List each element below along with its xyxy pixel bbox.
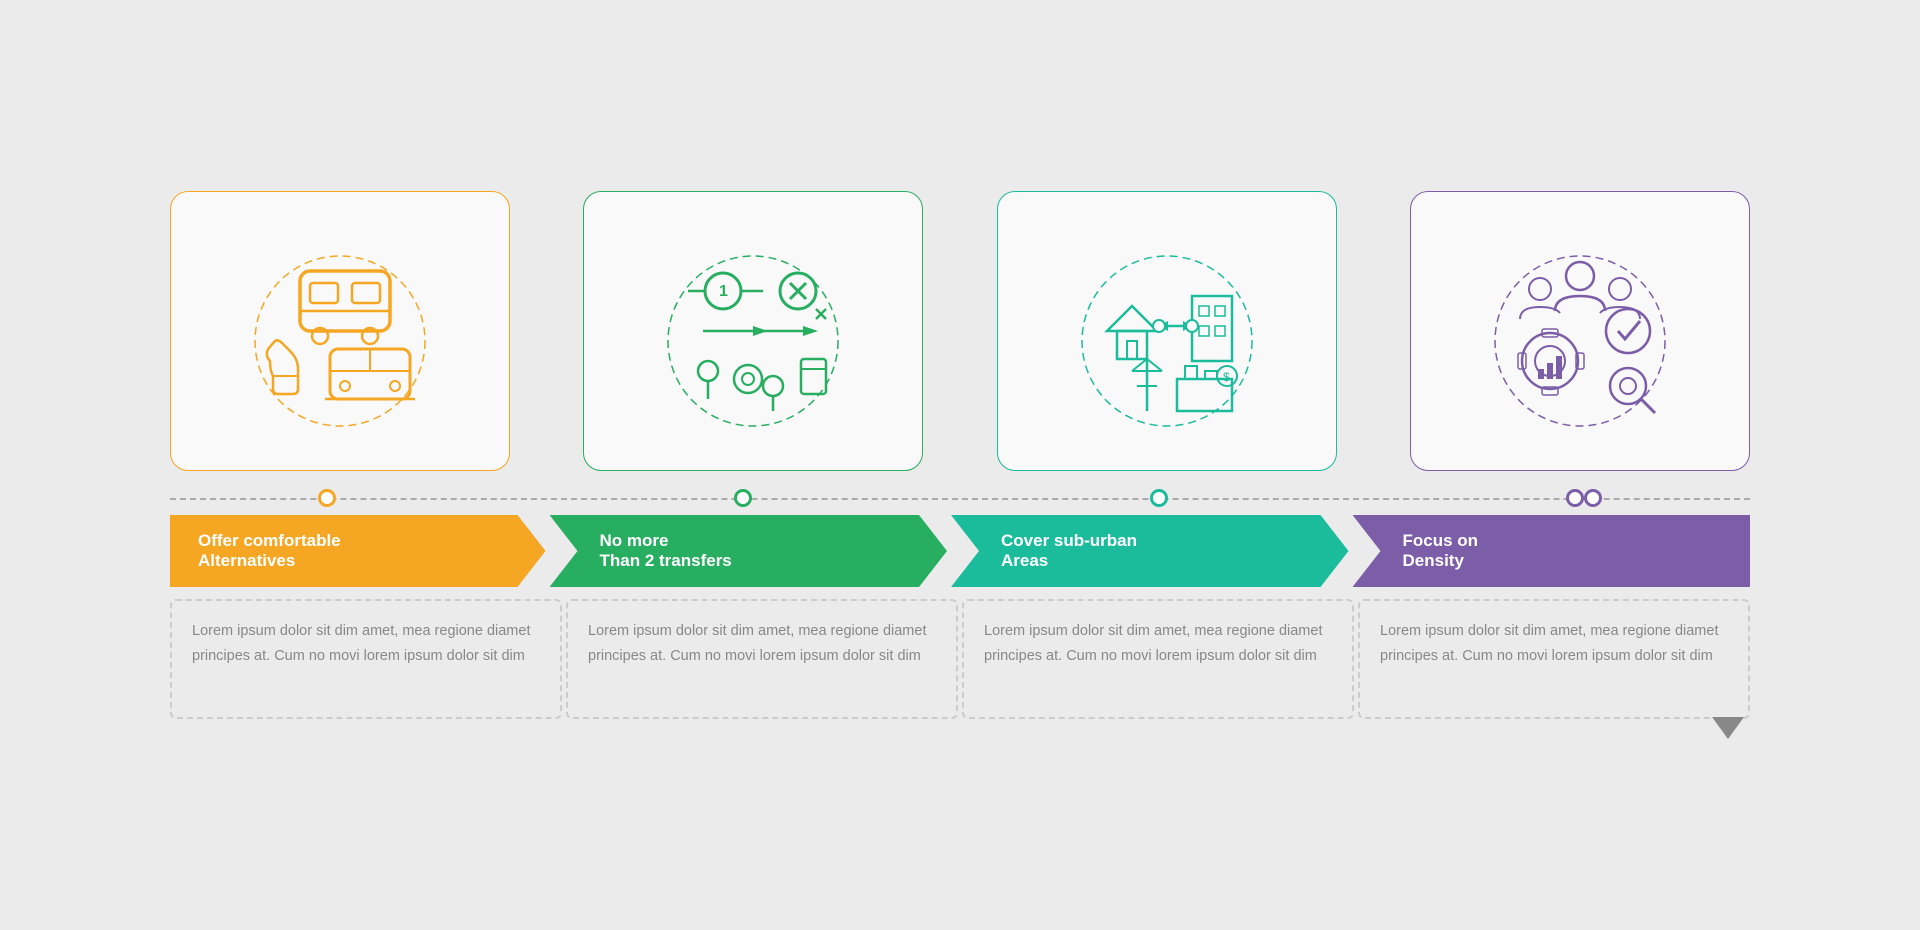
banner-4-text: Focus on Density [1403,531,1479,572]
svg-text:$: $ [1223,370,1230,384]
infographic: 1 [110,151,1810,779]
down-arrow-container [110,717,1810,739]
dot-1 [318,489,336,507]
connector-line [170,498,1750,500]
dot-4 [1566,489,1584,507]
icon-cards-row: 1 [110,191,1810,471]
desc-text-4: Lorem ipsum dolor sit dim amet, mea regi… [1380,623,1718,664]
banner-2: No more Than 2 transfers [550,515,948,587]
desc-text-3: Lorem ipsum dolor sit dim amet, mea regi… [984,623,1322,664]
arrow-banners-row: Offer comfortable Alternatives No more T… [110,515,1810,587]
icon-card-4 [1410,191,1750,471]
desc-card-3: Lorem ipsum dolor sit dim amet, mea regi… [962,599,1354,719]
banner-1: Offer comfortable Alternatives [170,515,546,587]
connector-row [110,489,1810,507]
desc-card-1: Lorem ipsum dolor sit dim amet, mea regi… [170,599,562,719]
dot-2 [734,489,752,507]
down-arrow-icon [1712,717,1744,739]
banner-1-text: Offer comfortable Alternatives [198,531,341,572]
description-row: Lorem ipsum dolor sit dim amet, mea regi… [110,599,1810,719]
desc-card-2: Lorem ipsum dolor sit dim amet, mea regi… [566,599,958,719]
banner-4: Focus on Density [1353,515,1751,587]
desc-text-2: Lorem ipsum dolor sit dim amet, mea regi… [588,623,926,664]
desc-text-1: Lorem ipsum dolor sit dim amet, mea regi… [192,623,530,664]
svg-text:1: 1 [719,283,728,300]
icon-card-1 [170,191,510,471]
banner-3: Cover sub-urban Areas [951,515,1349,587]
banner-2-text: No more Than 2 transfers [600,531,732,572]
icon-card-3: $ [997,191,1337,471]
dot-3 [1150,489,1168,507]
dot-end [1584,489,1602,507]
desc-card-4: Lorem ipsum dolor sit dim amet, mea regi… [1358,599,1750,719]
icon-card-2: 1 [583,191,923,471]
banner-3-text: Cover sub-urban Areas [1001,531,1137,572]
